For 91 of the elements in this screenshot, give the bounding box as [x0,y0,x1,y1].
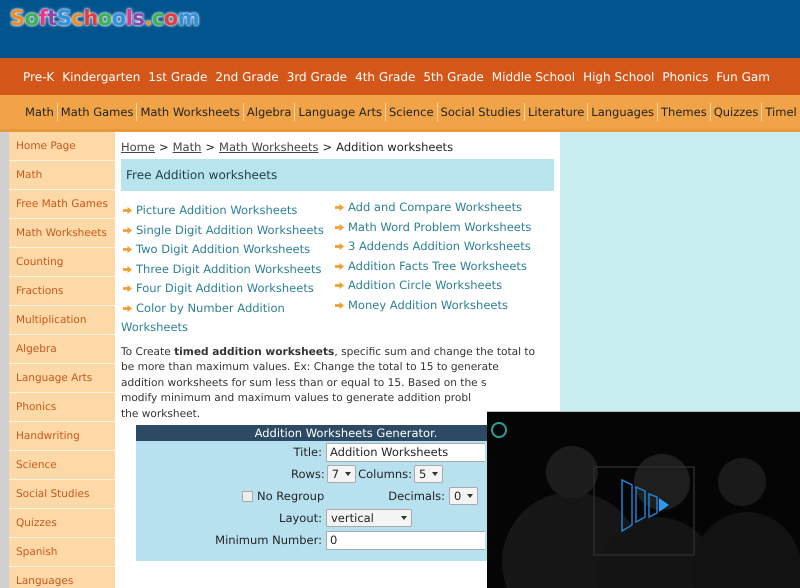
arrow-icon [335,242,344,251]
grade-link[interactable]: 5th Grade [423,70,484,84]
grade-link[interactable]: 3rd Grade [286,70,348,84]
checkbox-label: No Regroup [257,489,324,504]
sidebar-item[interactable]: Home Page [9,132,115,161]
caret-icon [345,472,352,476]
sidebar-item[interactable]: Phonics [9,393,115,422]
grade-link[interactable]: 1st Grade [148,70,208,84]
sidebar-item[interactable]: Math [9,161,115,190]
grade-link[interactable]: 2nd Grade [215,70,279,84]
subject-link[interactable]: Social Studies [438,105,524,119]
arrow-icon [335,262,344,270]
sidebar-item[interactable]: Quizzes [9,509,115,538]
arrow-icon [123,226,132,234]
subject-link[interactable]: Math [22,105,57,119]
field-label: Columns: [358,467,412,482]
arrow-icon [335,222,344,232]
dropdown[interactable]: 7 [326,465,356,484]
worksheet-link[interactable]: Addition Circle Worksheets [333,276,545,296]
dropdown[interactable]: 5 [414,465,444,484]
field-label: Rows: [291,467,325,482]
worksheet-link[interactable]: Add and Compare Worksheets [333,198,545,218]
worksheet-link[interactable]: Math Word Problem Worksheets [333,218,545,237]
subject-link[interactable]: Languages [588,105,658,119]
worksheet-link[interactable]: 3 Addends Addition Worksheets [333,237,545,256]
arrow-icon [335,281,344,290]
input-field[interactable]: Addition Worksheets [326,442,485,462]
subject-link[interactable]: Algebra [244,105,294,119]
sidebar-item[interactable]: Science [9,451,115,480]
subject-link[interactable]: Math Worksheets [137,105,243,119]
subject-link[interactable]: Quizzes [710,105,762,119]
sidebar-item[interactable]: Multiplication [9,306,115,335]
worksheet-link[interactable]: Money Addition Worksheets [333,296,545,315]
sidebar-item[interactable]: Language Arts [9,364,115,393]
sidebar-item[interactable]: Social Studies [9,480,115,509]
site-logo[interactable]: SoftSchools.com [10,6,200,30]
caret-icon [467,494,474,498]
breadcrumb-separator: > [205,140,216,154]
breadcrumb-link[interactable]: Math [172,140,202,154]
breadcrumb-link[interactable]: Home [121,140,155,154]
arrow-icon [123,284,132,293]
caret-icon [401,516,407,520]
field-label: Minimum Number: [214,533,323,548]
arrow-icon [335,203,344,212]
worksheet-link[interactable]: Four Digit Addition Worksheets [121,279,333,298]
arrow-icon [123,264,132,274]
grade-link[interactable]: Middle School [492,70,576,84]
grade-link[interactable]: 4th Grade [355,70,416,84]
grade-link[interactable]: Pre-K [23,70,54,84]
breadcrumb-link[interactable]: Math Worksheets [219,140,319,154]
worksheet-link[interactable]: Single Digit Addition Worksheets [121,220,333,240]
arrow-icon [123,206,132,215]
dropdown[interactable]: 0 [449,487,478,506]
grade-link[interactable]: Fun Gam [716,70,770,84]
sidebar-item[interactable]: Algebra [9,335,115,364]
caret-icon [432,472,438,476]
subject-link[interactable]: Timel [762,105,800,119]
grade-link[interactable]: High School [583,70,654,84]
field-label: Layout: [278,511,323,526]
subject-link[interactable]: Language Arts [295,105,385,119]
sidebar-item[interactable]: Fractions [9,277,115,306]
section-title: Free Addition worksheets [121,159,554,191]
sidebar-item[interactable]: Free Math Games [9,190,115,219]
worksheet-link[interactable]: Two Digit Addition Worksheets [121,240,333,260]
arrow-icon [123,245,132,254]
breadcrumb-current: Addition worksheets [336,140,454,154]
worksheet-link[interactable]: Addition Facts Tree Worksheets [333,256,545,276]
worksheet-link[interactable]: Picture Addition Worksheets [121,201,333,220]
field-label: Title: [292,445,323,460]
sidebar-item[interactable]: Math Worksheets [9,219,115,248]
subject-link[interactable]: Themes [658,105,710,119]
subject-link[interactable]: Literature [524,105,588,119]
subject-link[interactable]: Science [386,105,437,119]
worksheet-link[interactable]: Three Digit Addition Worksheets [121,260,333,279]
breadcrumb-separator: > [158,140,169,154]
arrow-icon [335,300,344,310]
dropdown[interactable]: vertical [326,509,412,528]
grade-link[interactable]: Kindergarten [62,70,140,84]
subject-link[interactable]: Math Games [58,105,136,119]
intro-paragraph: To Create timed addition worksheets, specific sum and change the total to be more than maximum values. Ex: Change the total to 15 to generate addition worksheets for sum less than or equal to 15. Based on the s modify minimum and maximum values to generate addition probl the worksheet. [121,344,536,422]
sidebar-item[interactable]: Handwriting [9,422,115,451]
sidebar-item[interactable]: Languages [9,567,115,588]
input-field[interactable]: 0 [326,530,485,550]
grade-link[interactable]: Phonics [662,70,708,84]
breadcrumb-separator: > [322,140,332,154]
sidebar-item[interactable]: Counting [9,248,115,277]
sidebar-item[interactable]: Spanish [9,538,115,567]
worksheet-link[interactable]: Color by Number Addition Worksheets [121,298,333,338]
arrow-icon [123,304,132,312]
checkbox[interactable] [242,490,253,502]
field-label: Decimals: [388,489,446,504]
